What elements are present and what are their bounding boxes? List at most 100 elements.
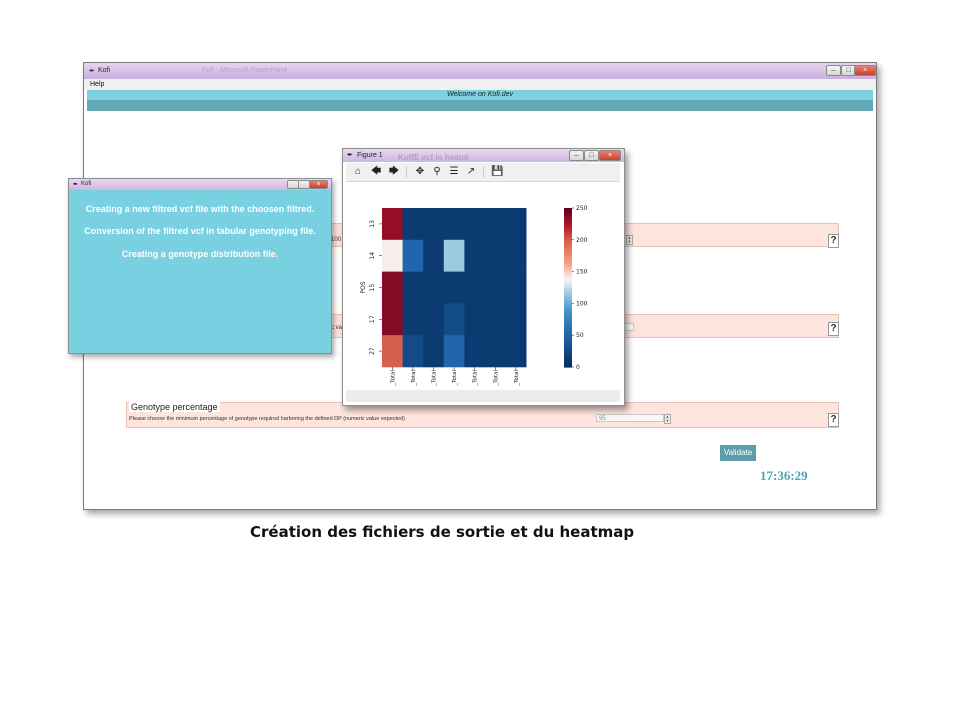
figure-toolbar: ⌂ 🡄 🡆 ✥ ⚲ ☰ ↗ 💾 xyxy=(346,163,620,182)
home-icon[interactable]: ⌂ xyxy=(352,166,364,178)
colorbar-tick-label: 100 xyxy=(576,300,588,307)
zoom-icon[interactable]: ⚲ xyxy=(431,166,443,178)
back-arrow-icon[interactable]: 🡄 xyxy=(370,166,382,178)
minimize-button[interactable]: – xyxy=(569,150,584,161)
figure-title-bar[interactable]: ✒ Figure 1 – □ × xyxy=(343,149,624,162)
heatmap-cell xyxy=(464,303,486,336)
heatmap-cell xyxy=(505,239,527,272)
heatmap-cell xyxy=(382,335,403,368)
main-window-title: Kofi xyxy=(98,67,111,74)
heatmap-cell xyxy=(443,335,465,368)
clock: 17:36:29 xyxy=(760,468,808,483)
heatmap-cell xyxy=(423,208,445,241)
header-band xyxy=(87,100,873,111)
validate-button[interactable]: Validate xyxy=(720,445,756,461)
help-icon[interactable]: ? xyxy=(828,322,839,336)
heatmap-cell xyxy=(423,335,445,368)
heatmap-cell xyxy=(485,335,506,368)
status-message: Creating a genotype distribution file. xyxy=(121,249,279,259)
colorbar-tick-label: 150 xyxy=(576,269,588,276)
colorbar-tick-label: 50 xyxy=(576,332,584,339)
colorbar-tick-label: 0 xyxy=(576,364,580,371)
menu-help[interactable]: Help xyxy=(90,81,104,88)
x-tick-label: _Total xyxy=(390,370,396,387)
heatmap-cell xyxy=(464,335,486,368)
help-icon[interactable]: ? xyxy=(828,413,839,427)
kofi-feather-icon: ✒ xyxy=(89,68,95,75)
close-button[interactable]: × xyxy=(854,65,876,76)
heatmap-cell xyxy=(464,208,486,241)
help-icon[interactable]: ? xyxy=(828,234,839,248)
y-tick-label: 27 xyxy=(369,347,376,355)
heatmap-cell xyxy=(382,303,403,336)
x-tick-label: _Total xyxy=(432,370,438,387)
heatmap-cell xyxy=(382,239,403,272)
heatmap-cell xyxy=(443,303,465,336)
heatmap-cell xyxy=(505,303,527,336)
genotype-description: Please choose the minimum percentage of … xyxy=(129,416,405,422)
heatmap-cell xyxy=(382,208,403,241)
y-tick-label: 17 xyxy=(369,315,376,323)
heatmap-cell xyxy=(485,303,506,336)
welcome-banner: Welcome on Kofi.dev xyxy=(87,90,873,100)
section1-value: 100 xyxy=(331,237,342,243)
main-title-bar[interactable]: ✒ Kofi Kofi - Microsoft PowerPoint – □ × xyxy=(84,63,876,79)
edit-axis-icon[interactable]: ↗ xyxy=(465,166,477,178)
figure-status-bar xyxy=(346,390,620,402)
heatmap-cell xyxy=(505,335,527,368)
progress-popup: ✒ Kofi × Creating a new filtred vcf file… xyxy=(68,178,332,354)
figure-canvas[interactable]: 13 14 15 17 27 POS _Total _Total _Total _Total _To… xyxy=(346,182,620,390)
x-tick-label: _Total xyxy=(473,370,479,387)
heatmap-chart: 13 14 15 17 27 POS _Total _Total _Total _Total _To… xyxy=(360,205,588,387)
colorbar-segment xyxy=(564,364,572,368)
save-icon[interactable]: 💾 xyxy=(491,166,503,178)
status-message: Conversion of the filtred vcf in tabular… xyxy=(84,226,316,236)
figure-window: ✒ Figure 1 – □ × ⌂ 🡄 🡆 ✥ ⚲ ☰ ↗ 💾 KoffE v… xyxy=(342,148,625,406)
heatmap-cell xyxy=(423,239,445,272)
heatmap-cell xyxy=(443,239,465,272)
heatmap-cell xyxy=(423,271,445,304)
close-button[interactable]: × xyxy=(309,180,328,189)
x-tick-label: _Total xyxy=(411,370,417,387)
colorbar-tick-label: 200 xyxy=(576,237,588,244)
heatmap-cell xyxy=(485,271,506,304)
slide-caption: Création des fichiers de sortie et du he… xyxy=(250,523,635,541)
heatmap-cell xyxy=(423,303,445,336)
figure-title: Figure 1 xyxy=(357,152,383,159)
heatmap-cell xyxy=(443,271,465,304)
menu-bar: Help xyxy=(84,79,876,90)
x-tick-label: _Total xyxy=(493,370,499,387)
colorbar-tick-label: 250 xyxy=(576,205,588,212)
genotype-spinner[interactable]: ▲ ▼ xyxy=(664,414,671,424)
heatmap-cell xyxy=(402,239,424,272)
status-message: Creating a new filtred vcf file with the… xyxy=(85,204,315,214)
maximize-button[interactable]: □ xyxy=(584,150,599,161)
taskbar-ghost-text: Kofi - Microsoft PowerPoint xyxy=(202,67,287,74)
popup-title-bar[interactable]: ✒ Kofi × xyxy=(69,179,331,190)
section1-spinner[interactable]: ▲ ▼ xyxy=(626,235,633,245)
pan-icon[interactable]: ✥ xyxy=(414,166,426,178)
heatmap-cell xyxy=(485,208,506,241)
configure-subplots-icon[interactable]: ☰ xyxy=(448,166,460,178)
y-tick-label: 14 xyxy=(369,252,376,260)
y-axis-label: POS xyxy=(360,281,367,293)
toolbar-divider xyxy=(406,166,407,178)
genotype-section-title: Genotype percentage xyxy=(129,402,220,412)
heatmap-cell xyxy=(402,271,424,304)
heatmap-cell xyxy=(485,239,506,272)
popup-title: Kofi xyxy=(81,181,92,187)
genotype-percentage-input[interactable]: 95 xyxy=(596,414,664,422)
heatmap-cell xyxy=(464,239,486,272)
y-tick-label: 13 xyxy=(369,220,376,228)
heatmap-cell xyxy=(505,271,527,304)
forward-arrow-icon[interactable]: 🡆 xyxy=(388,166,400,178)
minimize-button[interactable]: – xyxy=(826,65,841,76)
heatmap-cell xyxy=(382,271,403,304)
close-button[interactable]: × xyxy=(599,150,621,161)
heatmap-cell xyxy=(402,303,424,336)
heatmap-cell xyxy=(402,208,424,241)
heatmap-cell xyxy=(505,208,527,241)
x-tick-label: _Total xyxy=(514,370,520,387)
y-tick-label: 15 xyxy=(369,284,376,292)
heatmap-cell xyxy=(402,335,424,368)
